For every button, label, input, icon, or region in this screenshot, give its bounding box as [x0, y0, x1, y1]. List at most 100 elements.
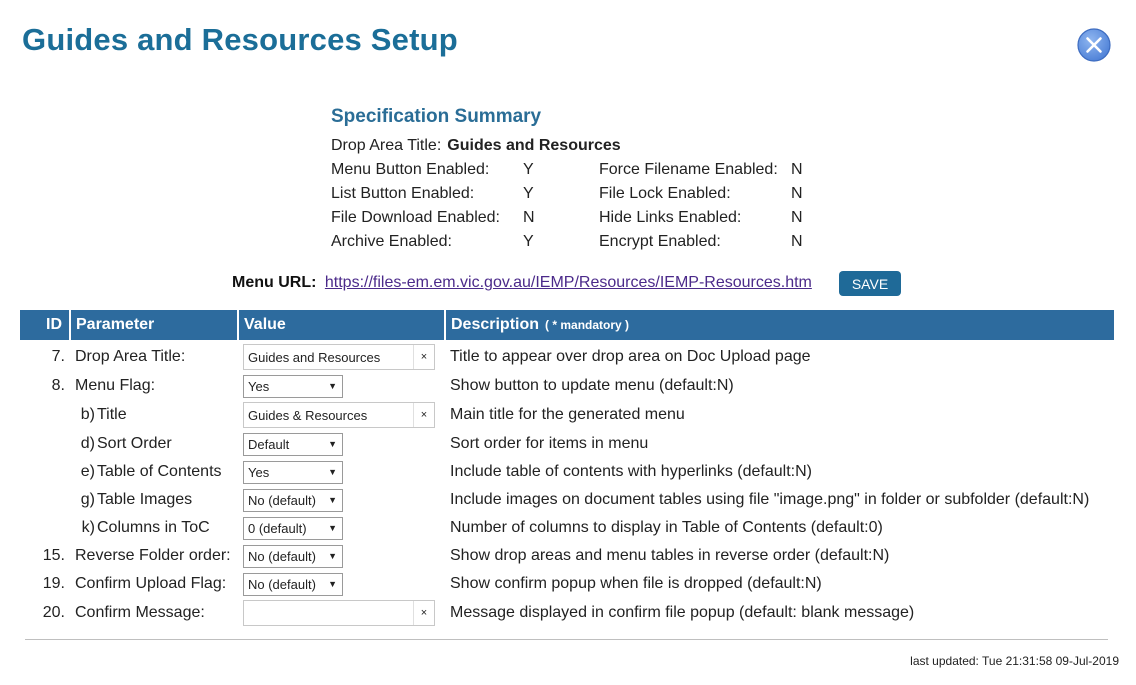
row-id — [20, 430, 70, 458]
specification-summary: Specification Summary Drop Area Title: Gu… — [331, 105, 851, 254]
select-value: No (default) — [248, 492, 316, 508]
table-row: k) Columns in ToC 0 (default) ▼ Number of … — [20, 514, 1114, 542]
sort-order-select[interactable]: Default ▼ — [243, 432, 343, 456]
dropdown-arrow-icon: ▼ — [328, 522, 337, 533]
close-button[interactable] — [1077, 28, 1111, 62]
row-value: No (default) ▼ — [238, 570, 445, 598]
dropdown-arrow-icon: ▼ — [328, 578, 337, 589]
menu-flag-select[interactable]: Yes ▼ — [243, 374, 343, 398]
summary-label: File Download Enabled: — [331, 209, 500, 226]
summary-label: Force Filename Enabled: — [599, 161, 778, 178]
row-value: No (default) ▼ — [238, 486, 445, 514]
menu-title-input[interactable] — [244, 403, 414, 427]
summary-value: Y — [523, 233, 534, 250]
row-description: Show confirm popup when file is dropped … — [450, 575, 822, 592]
row-id: 8. — [51, 377, 65, 394]
table-row: 19. Confirm Upload Flag: No (default) ▼ S… — [20, 570, 1114, 598]
row-description: Sort order for items in menu — [450, 435, 649, 452]
parameter-table: ID Parameter Value Description ( * mandat… — [20, 310, 1114, 628]
row-parameter-label: Table of Contents — [97, 463, 222, 480]
clear-icon[interactable]: × — [413, 601, 434, 625]
row-description: Include table of contents with hyperlink… — [450, 463, 812, 480]
row-id — [20, 486, 70, 514]
table-images-select[interactable]: No (default) ▼ — [243, 488, 343, 512]
row-value: × — [238, 598, 445, 628]
row-id: 19. — [42, 575, 65, 592]
row-id: 7. — [51, 348, 65, 365]
reverse-folder-order-select[interactable]: No (default) ▼ — [243, 544, 343, 568]
row-value: Yes ▼ — [238, 372, 445, 400]
row-description: Title to appear over drop area on Doc Up… — [450, 348, 811, 365]
summary-label: File Lock Enabled: — [599, 185, 731, 202]
row-parameter: Reverse Folder order: — [75, 547, 231, 564]
page-title: Guides and Resources Setup — [22, 22, 458, 57]
row-parameter-label: Sort Order — [97, 435, 172, 452]
row-value: × — [238, 340, 445, 372]
summary-value: N — [791, 161, 803, 178]
summary-label: List Button Enabled: — [331, 185, 475, 202]
confirm-message-field: × — [243, 600, 435, 626]
summary-row: List Button Enabled: Y File Lock Enabled… — [331, 182, 851, 206]
select-value: 0 (default) — [248, 520, 307, 536]
row-parameter: g) Table Images — [70, 486, 238, 514]
select-value: No (default) — [248, 548, 316, 564]
row-id: 15. — [42, 547, 65, 564]
table-row: g) Table Images No (default) ▼ Include ima… — [20, 486, 1114, 514]
row-parameter: Confirm Message: — [75, 604, 205, 621]
header-description: Description ( * mandatory ) — [445, 310, 1114, 340]
row-id — [20, 514, 70, 542]
sub-item-letter: d) — [80, 435, 95, 452]
drop-area-title-input[interactable] — [244, 345, 414, 369]
row-description: Show drop areas and menu tables in rever… — [450, 547, 890, 564]
summary-label: Archive Enabled: — [331, 233, 452, 250]
table-header-row: ID Parameter Value Description ( * mandat… — [20, 310, 1114, 340]
summary-row: Menu Button Enabled: Y Force Filename En… — [331, 158, 851, 182]
row-description: Show button to update menu (default:N) — [450, 377, 734, 394]
clear-icon[interactable]: × — [413, 345, 434, 369]
sub-item-letter: k) — [81, 519, 95, 536]
save-button[interactable]: SAVE — [839, 271, 901, 296]
clear-icon[interactable]: × — [413, 403, 434, 427]
summary-value: N — [523, 209, 535, 226]
select-value: Yes — [248, 378, 270, 394]
menu-url-row: Menu URL: https://files-em.em.vic.gov.au… — [232, 272, 812, 294]
summary-row: File Download Enabled: N Hide Links Enab… — [331, 206, 851, 230]
summary-label: Encrypt Enabled: — [599, 233, 721, 250]
row-value: × — [238, 400, 445, 430]
row-id — [20, 400, 70, 430]
select-value: No (default) — [248, 576, 316, 592]
row-description: Number of columns to display in Table of… — [450, 519, 883, 536]
menu-url-link[interactable]: https://files-em.em.vic.gov.au/IEMP/Reso… — [325, 274, 812, 291]
dropdown-arrow-icon: ▼ — [328, 550, 337, 561]
summary-label: Menu Button Enabled: — [331, 161, 490, 178]
row-parameter-label: Table Images — [97, 491, 193, 508]
row-id: 20. — [42, 604, 65, 621]
sub-item-letter: e) — [80, 463, 95, 480]
close-circle-icon — [1077, 28, 1111, 62]
header-description-label: Description — [451, 316, 540, 333]
row-parameter: b) Title — [70, 400, 238, 430]
menu-url-label: Menu URL: — [232, 274, 317, 291]
row-value: Yes ▼ — [238, 458, 445, 486]
table-row: e) Table of Contents Yes ▼ Include table o… — [20, 458, 1114, 486]
sub-item-letter: g) — [80, 491, 95, 508]
dropdown-arrow-icon: ▼ — [328, 438, 337, 449]
summary-value: N — [791, 209, 803, 226]
row-parameter: d) Sort Order — [70, 430, 238, 458]
last-updated-text: last updated: Tue 21:31:58 09-Jul-2019 — [910, 654, 1119, 668]
row-description: Main title for the generated menu — [450, 406, 685, 423]
row-value: 0 (default) ▼ — [238, 514, 445, 542]
confirm-upload-flag-select[interactable]: No (default) ▼ — [243, 572, 343, 596]
header-parameter: Parameter — [70, 310, 239, 340]
header-value: Value — [238, 310, 446, 340]
summary-value: N — [791, 233, 803, 250]
menu-title-field: × — [243, 402, 435, 428]
drop-area-title-field: × — [243, 344, 435, 370]
sub-item-letter: b) — [80, 406, 95, 423]
columns-in-toc-select[interactable]: 0 (default) ▼ — [243, 516, 343, 540]
confirm-message-input[interactable] — [244, 601, 414, 625]
table-of-contents-select[interactable]: Yes ▼ — [243, 460, 343, 484]
row-description: Message displayed in confirm file popup … — [450, 604, 915, 621]
drop-area-value: Guides and Resources — [447, 137, 621, 154]
summary-value: N — [791, 185, 803, 202]
